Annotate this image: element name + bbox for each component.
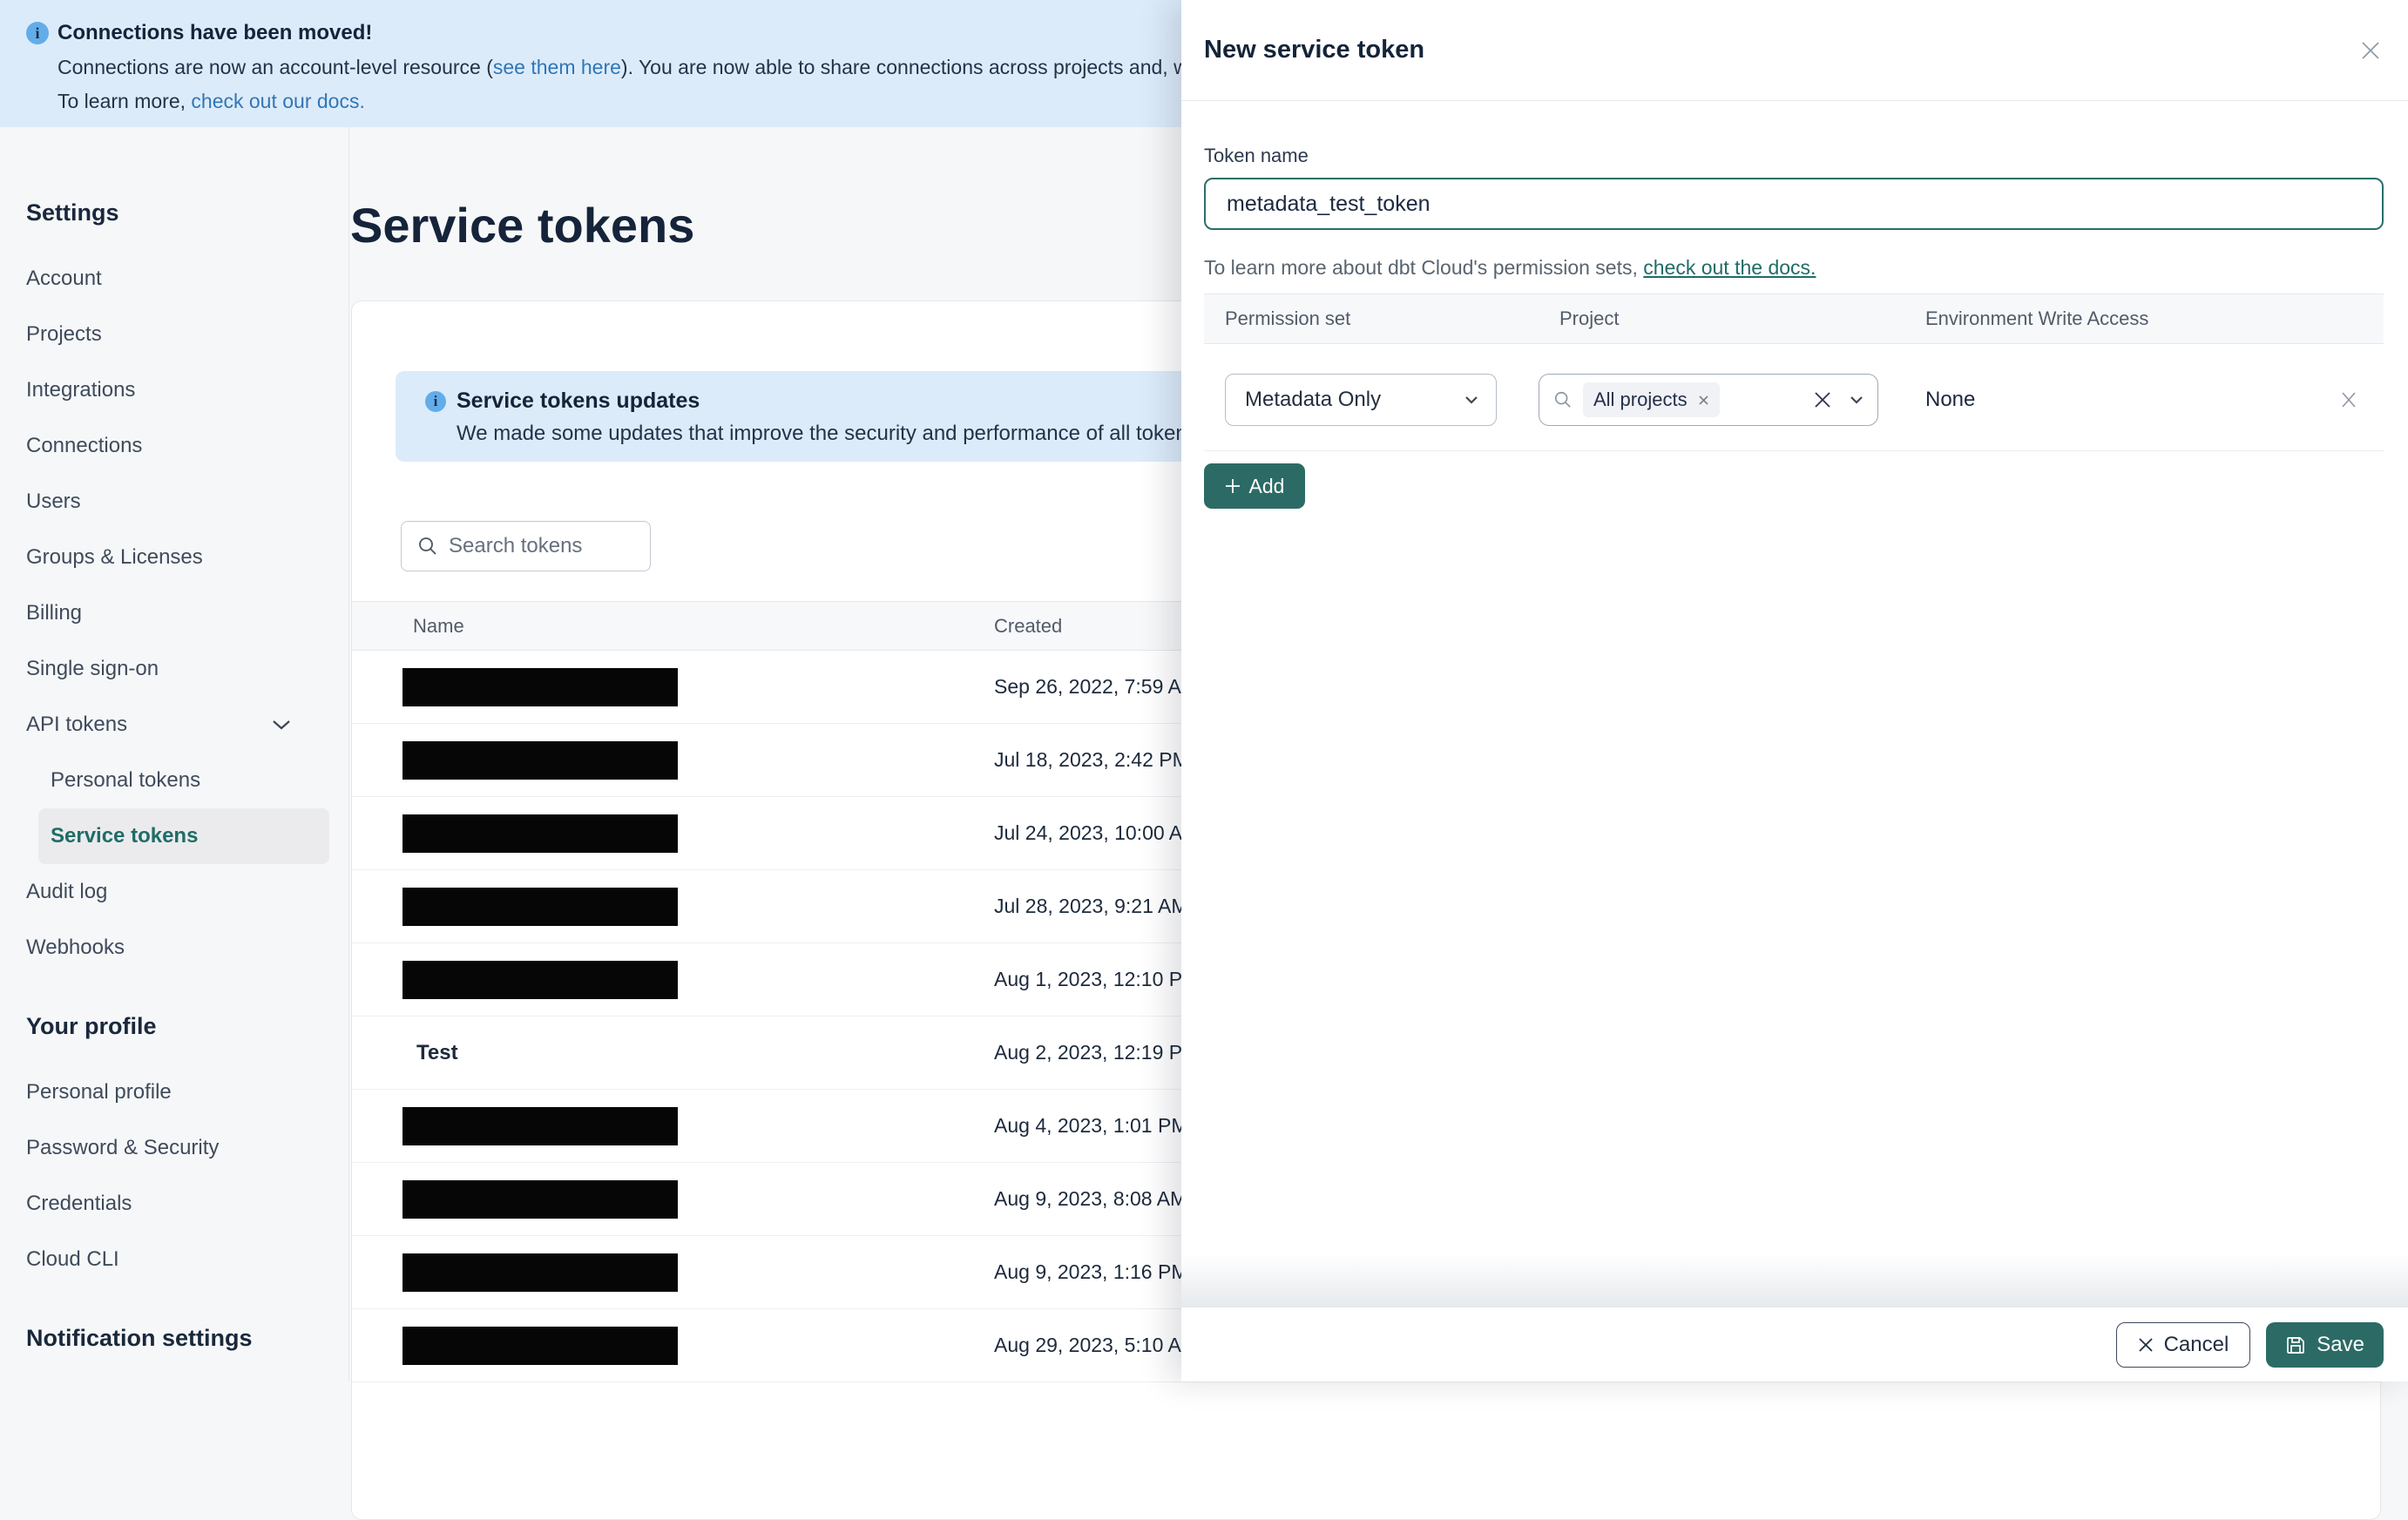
redacted-token-name <box>402 1253 678 1292</box>
redacted-token-name <box>402 960 678 999</box>
column-header-permission-set: Permission set <box>1225 307 1351 329</box>
redacted-token-name <box>402 1106 678 1145</box>
redacted-token-name <box>402 740 678 780</box>
redacted-token-name <box>402 814 678 853</box>
chevron-down-icon <box>1464 395 1478 404</box>
chevron-down-icon <box>272 719 291 730</box>
new-service-token-panel: New service token Token name To learn mo… <box>1181 0 2408 1382</box>
search-tokens-box[interactable] <box>401 521 651 571</box>
your-profile-heading: Your profile <box>26 1013 157 1039</box>
clear-selection-icon[interactable] <box>1813 390 1832 409</box>
notification-settings-heading: Notification settings <box>26 1325 253 1351</box>
sidebar-item-users[interactable]: Users <box>0 474 348 530</box>
close-icon <box>2138 1337 2154 1353</box>
save-button[interactable]: Save <box>2266 1321 2384 1368</box>
sidebar-item-cloud-cli[interactable]: Cloud CLI <box>0 1232 348 1287</box>
cancel-button-label: Cancel <box>2163 1332 2229 1356</box>
updates-banner-title: Service tokens updates <box>457 388 700 413</box>
info-icon: i <box>26 22 49 44</box>
permission-set-select[interactable]: Metadata Only <box>1225 374 1497 426</box>
redacted-token-name <box>402 667 678 706</box>
add-button-label: Add <box>1248 474 1285 497</box>
column-header-name: Name <box>413 614 464 637</box>
save-icon <box>2285 1334 2306 1355</box>
sidebar-item-groups-licenses[interactable]: Groups & Licenses <box>0 530 348 585</box>
sidebar-item-webhooks[interactable]: Webhooks <box>0 920 348 976</box>
permission-set-value: Metadata Only <box>1245 388 1382 411</box>
settings-heading: Settings <box>26 199 119 226</box>
search-icon <box>417 536 438 557</box>
sidebar-item-api-tokens[interactable]: API tokens <box>0 697 348 753</box>
sidebar-item-account[interactable]: Account <box>0 251 348 307</box>
chip-remove-icon[interactable] <box>1698 395 1709 406</box>
column-header-env-write-access: Environment Write Access <box>1925 307 2149 329</box>
permission-sets-table: Permission set Project Environment Write… <box>1204 294 2384 451</box>
panel-footer: Cancel Save <box>1181 1254 2408 1382</box>
permission-table-header: Permission set Project Environment Write… <box>1204 294 2384 344</box>
sidebar-item-password-security[interactable]: Password & Security <box>0 1120 348 1176</box>
sidebar-item-integrations[interactable]: Integrations <box>0 362 348 418</box>
token-name-label: Token name <box>1204 145 1309 166</box>
chip-label: All projects <box>1593 388 1688 410</box>
banner-body-text: Connections are now an account-level res… <box>57 56 493 78</box>
all-projects-chip[interactable]: All projects <box>1583 382 1720 417</box>
info-icon: i <box>425 390 446 412</box>
token-name-input[interactable] <box>1204 178 2384 230</box>
api-tokens-label: API tokens <box>26 713 128 736</box>
sidebar-item-personal-tokens[interactable]: Personal tokens <box>0 753 348 808</box>
sidebar-item-credentials[interactable]: Credentials <box>0 1176 348 1232</box>
plus-icon <box>1225 478 1241 494</box>
sidebar-item-personal-profile[interactable]: Personal profile <box>0 1064 348 1120</box>
sidebar-item-single-sign-on[interactable]: Single sign-on <box>0 641 348 697</box>
sidebar-item-connections[interactable]: Connections <box>0 418 348 474</box>
sidebar-item-audit-log[interactable]: Audit log <box>0 864 348 920</box>
redacted-token-name <box>402 1179 678 1219</box>
sidebar-item-billing[interactable]: Billing <box>0 585 348 641</box>
env-write-access-value: None <box>1925 388 1976 411</box>
token-name-cell: Test <box>416 1040 458 1064</box>
panel-header: New service token <box>1181 0 2408 101</box>
close-icon[interactable] <box>2359 39 2382 62</box>
see-them-here-link[interactable]: see them here <box>493 56 621 78</box>
project-multiselect[interactable]: All projects <box>1539 374 1878 426</box>
permission-row: Metadata Only All projects None <box>1204 344 2384 451</box>
search-icon <box>1553 390 1573 409</box>
panel-body: Token name To learn more about dbt Cloud… <box>1181 145 2408 509</box>
save-button-label: Save <box>2317 1332 2364 1356</box>
sidebar-item-projects[interactable]: Projects <box>0 307 348 362</box>
remove-row-icon[interactable] <box>2339 390 2358 409</box>
banner-title: Connections have been moved! <box>57 21 373 44</box>
cancel-button[interactable]: Cancel <box>2115 1321 2251 1368</box>
check-out-docs-link[interactable]: check out the docs. <box>1643 256 1816 279</box>
search-input[interactable] <box>449 534 623 558</box>
panel-title: New service token <box>1204 36 1425 64</box>
check-docs-link[interactable]: check out our docs. <box>191 90 364 112</box>
column-header-project: Project <box>1559 307 1620 329</box>
add-permission-button[interactable]: Add <box>1204 463 1305 509</box>
sidebar-item-service-tokens[interactable]: Service tokens <box>38 808 329 864</box>
redacted-token-name <box>402 1326 678 1365</box>
redacted-token-name <box>402 887 678 926</box>
chevron-down-icon[interactable] <box>1850 395 1863 404</box>
settings-sidebar: Settings Account Projects Integrations C… <box>0 127 349 1382</box>
banner-learn-more-text: To learn more, <box>57 90 192 112</box>
helper-text: To learn more about dbt Cloud's permissi… <box>1204 256 1644 279</box>
permission-docs-helper: To learn more about dbt Cloud's permissi… <box>1204 256 2384 280</box>
